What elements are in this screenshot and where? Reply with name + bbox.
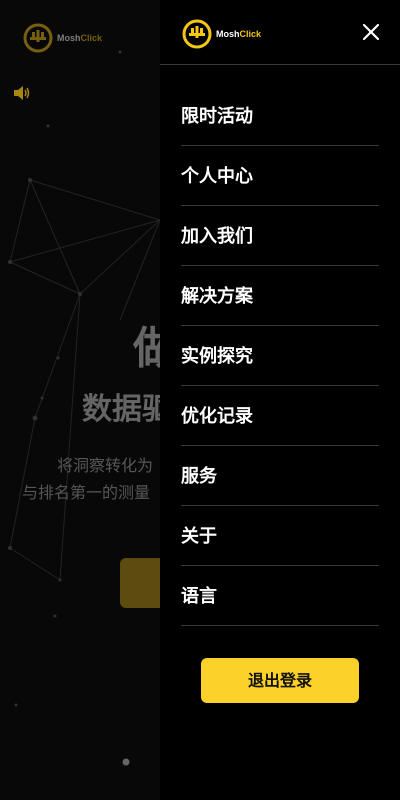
menu-item-services[interactable]: 服务 [181, 446, 379, 506]
menu-item-solutions[interactable]: 解决方案 [181, 266, 379, 326]
close-icon[interactable] [359, 20, 383, 44]
menu-item-join-us[interactable]: 加入我们 [181, 206, 379, 266]
drawer-logo[interactable]: MoshClick [181, 18, 261, 50]
menu-item-about[interactable]: 关于 [181, 506, 379, 566]
drawer-header: MoshClick [160, 0, 400, 65]
logo-icon [182, 19, 212, 49]
menu-item-personal-center[interactable]: 个人中心 [181, 146, 379, 206]
menu-item-limited-events[interactable]: 限时活动 [181, 86, 379, 146]
menu-item-case-studies[interactable]: 实例探究 [181, 326, 379, 386]
drawer-logo-wordmark: MoshClick [216, 29, 262, 39]
drawer-menu: 限时活动 个人中心 加入我们 解决方案 实例探究 优化记录 服务 关于 语言 [181, 86, 379, 626]
navigation-drawer: MoshClick 限时活动 个人中心 加入我们 解决方案 实例探究 优化记录 … [160, 0, 400, 800]
logout-button[interactable]: 退出登录 [201, 658, 359, 703]
menu-item-language[interactable]: 语言 [181, 566, 379, 626]
menu-item-optimization-records[interactable]: 优化记录 [181, 386, 379, 446]
